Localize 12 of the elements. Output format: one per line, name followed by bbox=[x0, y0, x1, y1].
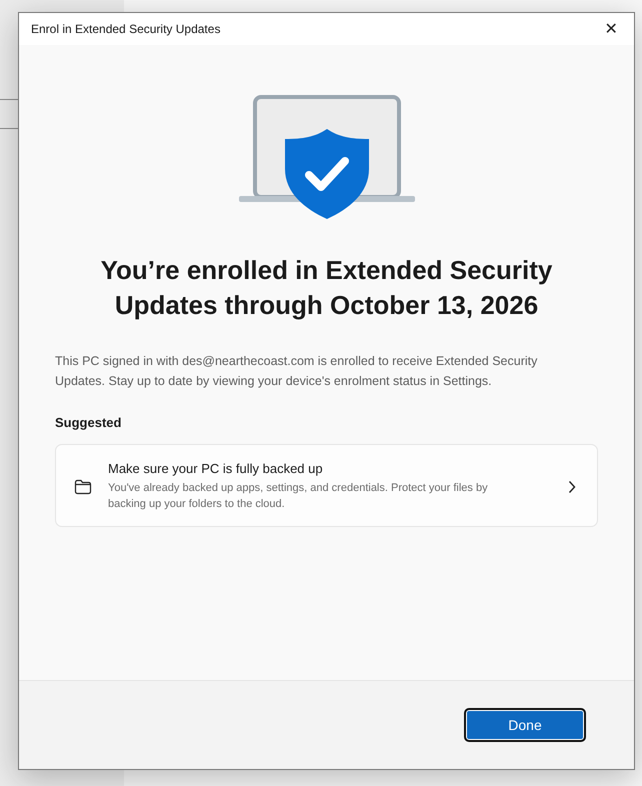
laptop-shield-icon bbox=[238, 95, 414, 219]
description: This PC signed in with des@nearthecoast.com is enrolled to receive Extended Security Updates. Stay up to date by viewing your device's enrolment status in Settings. bbox=[55, 353, 538, 390]
heading: You’re enrolled in Extended Security Updates through October 13, 2026 bbox=[100, 254, 554, 322]
suggestion-title: Make sure your PC is fully backed up bbox=[108, 461, 324, 476]
suggestion-card[interactable]: Make sure your PC is fully backed up You've already backed up apps, settings, and credentials. Protect your files by backing up your folders to the cloud. bbox=[55, 444, 598, 527]
section-heading: Suggested bbox=[55, 415, 122, 430]
chevron-right-icon bbox=[567, 480, 577, 494]
suggestion-detail: You've already backed up apps, settings, and credentials. Protect your files by backing up your folders to the cloud. bbox=[108, 481, 489, 512]
done-button[interactable]: Done bbox=[464, 708, 586, 742]
window-title: Enrol in Extended Security Updates bbox=[31, 22, 220, 36]
close-button[interactable]: ✕ bbox=[588, 13, 634, 45]
folder-icon bbox=[74, 478, 92, 494]
